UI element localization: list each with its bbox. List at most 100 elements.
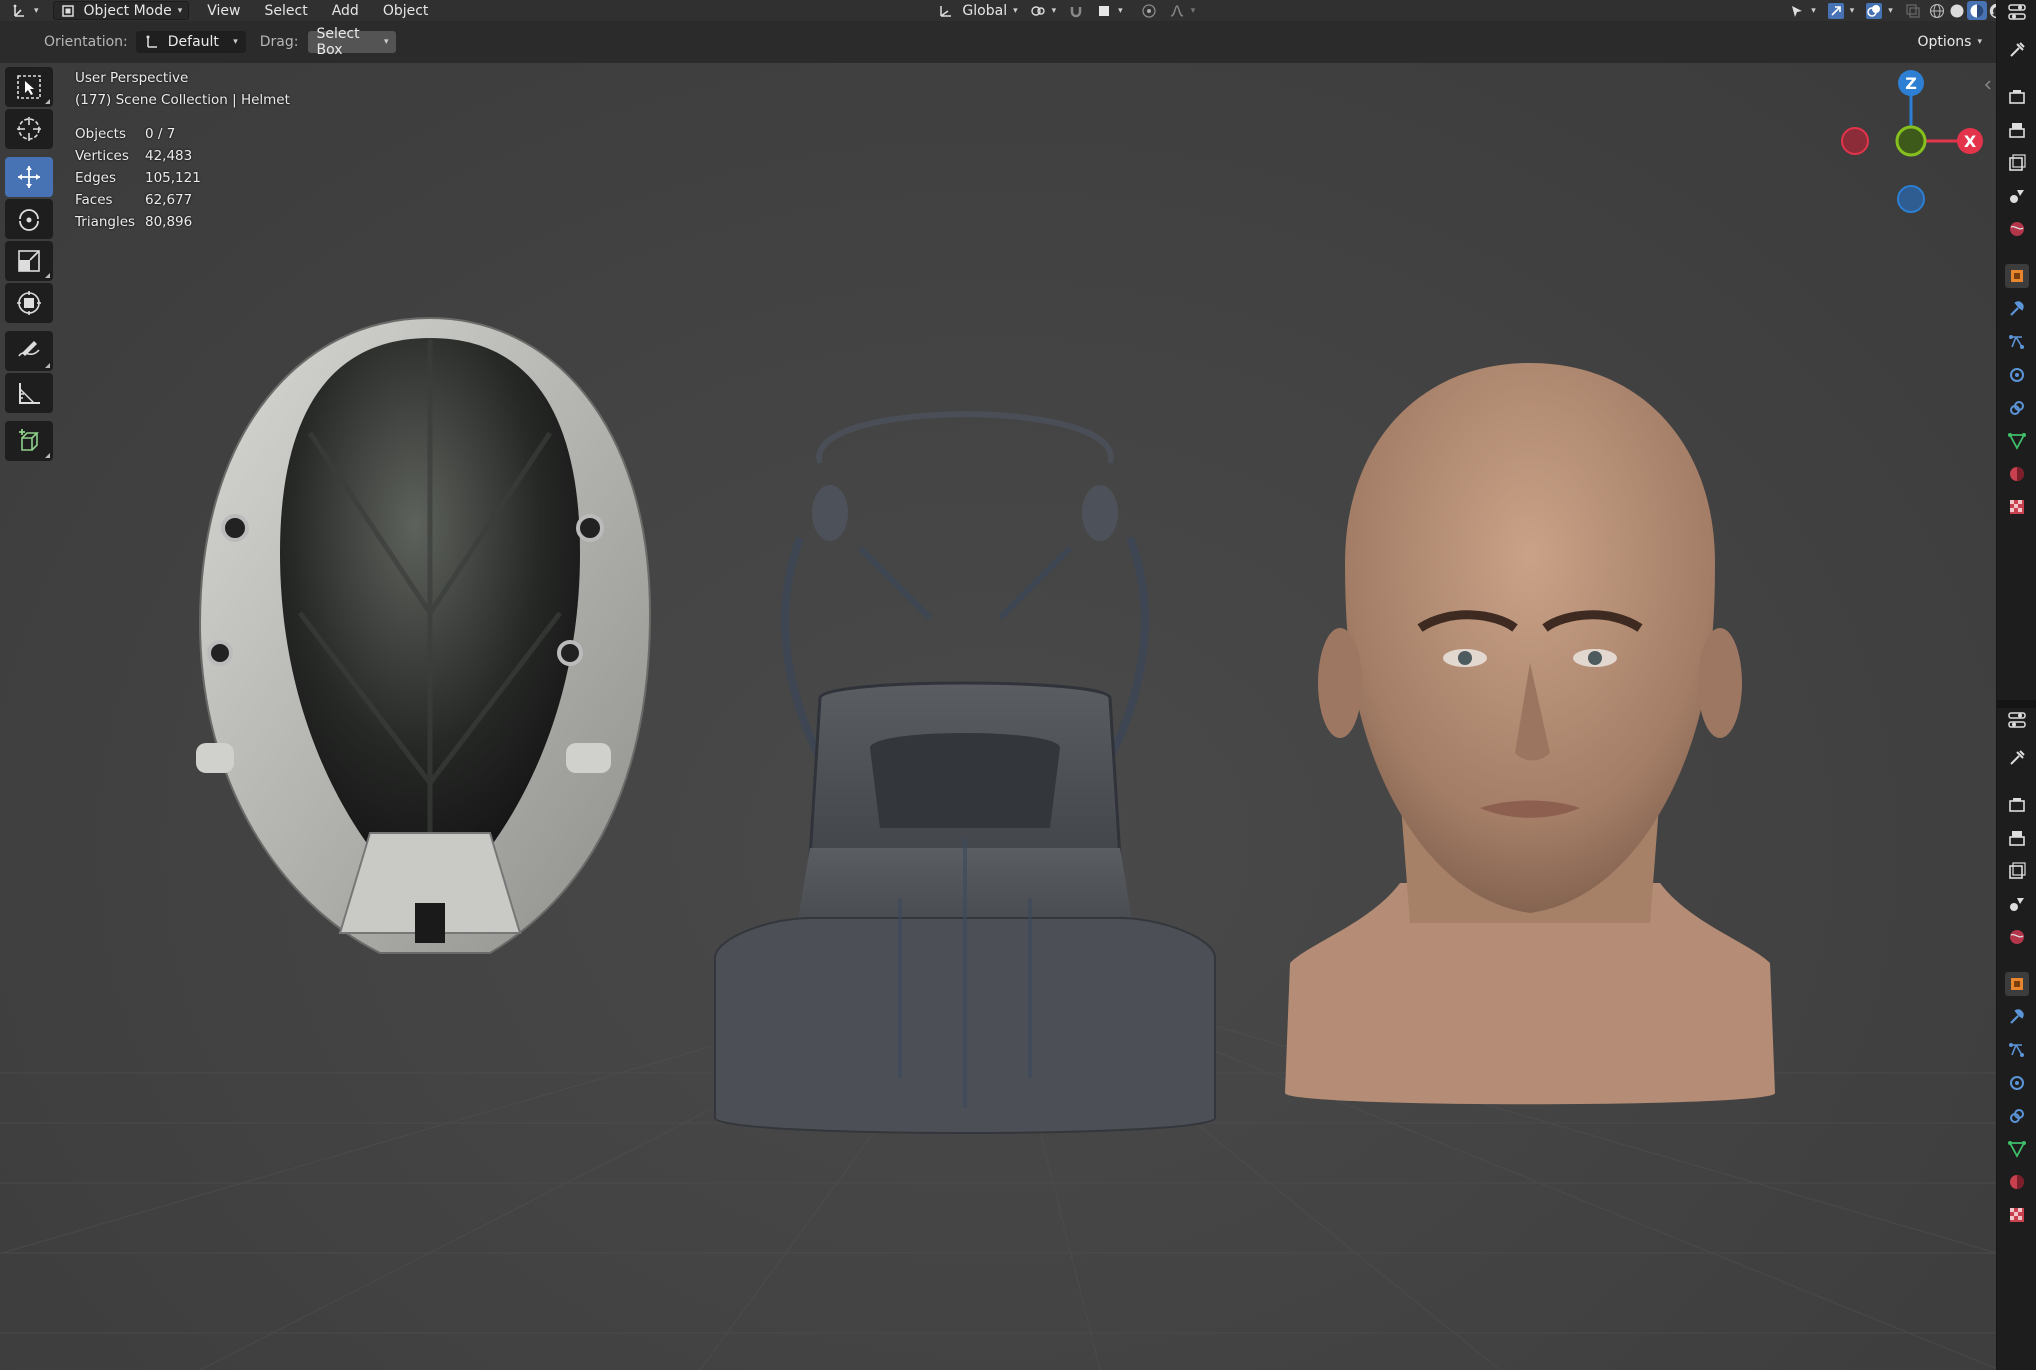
mode-selector[interactable]: Object Mode ▾ [52,1,190,20]
stat-label: Faces [75,192,113,208]
properties-tab-data[interactable] [2005,429,2029,453]
properties-tab-modifiers[interactable] [2005,297,2029,321]
properties-tab-object[interactable] [2005,264,2029,288]
properties-tab-particles[interactable] [2005,1038,2029,1062]
properties-tab-physics[interactable] [2005,363,2029,387]
ruler-icon [19,383,40,404]
stat-row-edges: Edges 105,121 [75,167,290,189]
material-icon [2010,467,2024,481]
proportional-falloff-selector[interactable]: ▾ [1163,1,1202,20]
tool-shelf [4,67,54,463]
orientation-label: Global [962,2,1008,19]
properties-tab-scene[interactable] [2005,184,2029,208]
properties-tab-output[interactable] [2005,118,2029,142]
tool-cursor[interactable] [5,109,53,149]
properties-tab-scene[interactable] [2005,892,2029,916]
editor-type-properties[interactable] [2005,0,2029,24]
chevron-down-icon: ▾ [383,37,389,47]
properties-tab-render[interactable] [2005,85,2029,109]
modifiers-icon [2010,1009,2024,1024]
shading-material-button[interactable] [1966,1,1987,20]
properties-tab-render[interactable] [2005,793,2029,817]
properties-tab-constraints[interactable] [2005,396,2029,420]
snap-target-selector[interactable]: ▾ [1090,1,1129,20]
snap-toggle[interactable] [1062,1,1090,20]
proportional-edit-toggle[interactable] [1135,1,1163,20]
properties-tab-texture[interactable] [2005,495,2029,519]
rotate-icon [19,209,39,231]
tool-add-cube[interactable] [5,421,53,461]
properties-tab-output[interactable] [2005,826,2029,850]
properties-tab-data[interactable] [2005,1137,2029,1161]
menu-view[interactable]: View [195,0,252,21]
editor-type-properties-lower[interactable] [2005,708,2029,732]
properties-tab-particles[interactable] [2005,330,2029,354]
sidebar-toggle-arrow[interactable] [1984,80,1991,90]
stat-value: 105,121 [145,170,201,186]
pivot-point-selector[interactable]: ▾ [1024,1,1063,20]
armor-bust-model[interactable] [700,378,1230,1148]
stat-value: 0 / 7 [145,126,176,142]
editor-header: ▾ Object Mode ▾ View Select Add Object G… [0,0,2015,21]
properties-tab-world[interactable] [2005,925,2029,949]
output-icon [2009,831,2025,846]
options-dropdown[interactable]: Options ▾ [1909,31,1990,53]
render-icon [2009,798,2025,812]
orientation-dropdown[interactable]: Default ▾ [135,31,246,53]
gizmo-neg-x-handle[interactable] [1841,127,1869,155]
properties-tab-constraints[interactable] [2005,1104,2029,1128]
properties-tab-tool[interactable] [2005,38,2029,62]
tool-measure[interactable] [5,373,53,413]
menu-add[interactable]: Add [320,0,371,21]
xray-toggle[interactable] [1899,1,1927,20]
scale-icon [18,250,40,272]
tool-icon [2010,42,2025,57]
drag-label: Drag: [259,34,299,50]
drag-dropdown[interactable]: Select Box ▾ [308,26,397,58]
properties-tab-texture[interactable] [2005,1203,2029,1227]
gizmo-neg-z-handle[interactable] [1897,185,1925,213]
data-icon [2008,1141,2026,1158]
properties-tab-physics[interactable] [2005,1071,2029,1095]
properties-tab-tool[interactable] [2005,746,2029,770]
3d-viewport[interactable]: User Perspective (177) Scene Collection … [0,63,1996,1370]
tool-move[interactable] [5,157,53,197]
menu-object[interactable]: Object [371,0,441,21]
tool-scale[interactable] [5,241,53,281]
selectability-icon [1792,5,1803,17]
properties-tab-material[interactable] [2005,462,2029,486]
properties-tab-modifiers[interactable] [2005,1005,2029,1029]
properties-tab-view-layer[interactable] [2005,151,2029,175]
menu-select[interactable]: Select [253,0,320,21]
gizmo-y-handle[interactable] [1895,125,1927,157]
shading-solid-button[interactable] [1947,1,1967,20]
tool-annotate[interactable] [5,331,53,371]
texture-icon [2010,500,2024,514]
transform-orientation-selector[interactable]: Global ▾ [932,1,1023,20]
properties-tab-object[interactable] [2005,972,2029,996]
shading-wireframe-button[interactable] [1927,1,1947,20]
tool-transform[interactable] [5,283,53,323]
properties-tab-world[interactable] [2005,217,2029,241]
mode-label: Object Mode [83,2,172,19]
editor-type-button[interactable]: ▾ [6,1,45,20]
tool-select-box[interactable] [5,67,53,107]
particles-icon [2009,1043,2024,1057]
pivot-icon [1030,5,1045,16]
constraints-icon [2010,401,2024,415]
visibility-selector[interactable]: ▾ [1783,1,1822,20]
stat-row-vertices: Vertices 42,483 [75,145,290,167]
navigation-gizmo[interactable]: Z X [1830,63,1996,223]
chevron-down-icon: ▾ [1013,5,1018,16]
tool-icon [2010,750,2025,765]
properties-tab-view-layer[interactable] [2005,859,2029,883]
chevron-down-icon: ▾ [1888,5,1893,16]
head-model[interactable] [1280,363,1780,1123]
helmet-model[interactable] [190,313,670,973]
overlays-toggle[interactable]: ▾ [1860,1,1899,20]
properties-tab-material[interactable] [2005,1170,2029,1194]
tool-rotate[interactable] [5,199,53,239]
stat-label: Objects [75,126,127,142]
chevron-down-icon: ▾ [1849,5,1855,16]
gizmo-toggle[interactable]: ▾ [1822,1,1861,20]
